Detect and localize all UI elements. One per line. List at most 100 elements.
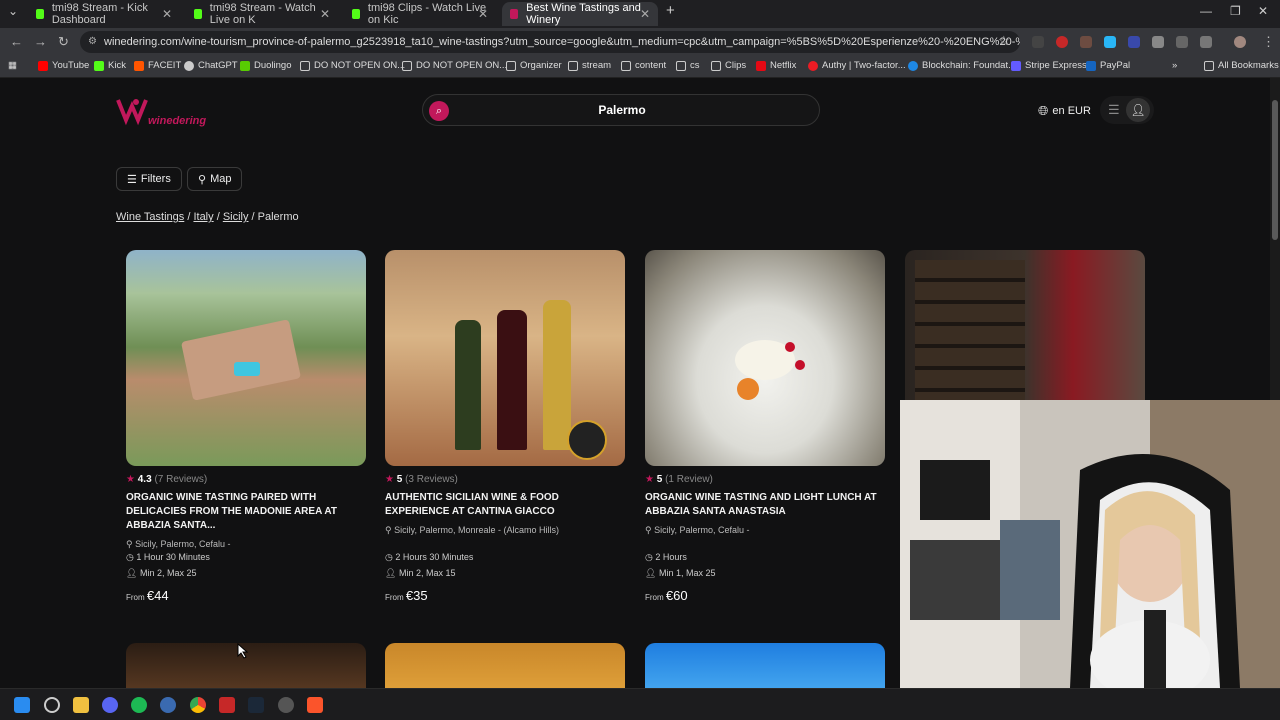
url-field[interactable]: ⚙ winedering.com/wine-tourism_province-o… [80, 31, 1020, 53]
site-logo[interactable]: winedering [116, 94, 206, 134]
back-icon[interactable]: ← [10, 34, 23, 49]
site-info-icon[interactable]: ⚙ [88, 31, 97, 53]
search-input[interactable]: ⌕ Palermo [422, 94, 820, 126]
tab-kick-stream[interactable]: tmi98 Stream - Watch Live on K ✕ [186, 2, 338, 26]
bookmark-stripe[interactable]: Stripe Express [1011, 60, 1087, 71]
bookmark-blockchain[interactable]: Blockchain: Foundat... [908, 60, 1016, 71]
breadcrumb-sicily[interactable]: Sicily [223, 211, 249, 223]
card-title[interactable]: ORGANIC WINE TASTING AND LIGHT LUNCH AT … [645, 491, 885, 519]
extension-icon[interactable] [1128, 36, 1140, 48]
tab-winedering[interactable]: Best Wine Tastings and Winery ✕ [502, 2, 658, 26]
apps-grid-icon[interactable]: ▦ [8, 60, 17, 71]
spotify-icon[interactable] [131, 697, 147, 713]
brave-icon[interactable] [307, 697, 323, 713]
bookmark-organizer[interactable]: Organizer [506, 60, 562, 71]
extension-icon[interactable] [1152, 36, 1164, 48]
bookmark-folder[interactable]: DO NOT OPEN ON... [402, 60, 507, 71]
bookmark-stream[interactable]: stream [568, 60, 611, 71]
bookmark-label: All Bookmarks [1218, 60, 1279, 71]
card-image[interactable] [126, 250, 366, 466]
experience-card[interactable]: ★ 5 (1 Review) ORGANIC WINE TASTING AND … [645, 250, 885, 536]
reload-icon[interactable]: ↻ [58, 34, 69, 50]
close-icon[interactable]: ✕ [478, 7, 488, 21]
bookmark-label: DO NOT OPEN ON... [416, 60, 508, 71]
breadcrumb: Wine Tastings / Italy / Sicily / Palermo [116, 211, 299, 223]
user-menu-button[interactable]: ☰ 👤︎ [1100, 96, 1154, 124]
all-bookmarks[interactable]: All Bookmarks [1204, 60, 1279, 71]
extension-icon[interactable] [1080, 36, 1092, 48]
experience-card[interactable]: ★ 5 (3 Reviews) AUTHENTIC SICILIAN WINE … [385, 250, 625, 536]
card-image[interactable] [385, 250, 625, 466]
tab-kick-clips[interactable]: tmi98 Clips - Watch Live on Kic ✕ [344, 2, 496, 26]
duration-text: 1 Hour 30 Minutes [136, 552, 210, 562]
hamburger-icon: ☰ [1108, 102, 1120, 117]
browser-menu-icon[interactable]: ⋮ [1262, 34, 1275, 50]
bookmark-clips[interactable]: Clips [711, 60, 746, 71]
bookmark-authy[interactable]: Authy | Two-factor... [808, 60, 906, 71]
card-title[interactable]: ORGANIC WINE TASTING PAIRED WITH DELICAC… [126, 491, 366, 533]
new-tab-button[interactable]: + [666, 2, 675, 19]
app-icon[interactable] [278, 697, 294, 713]
language-label: en EUR [1052, 105, 1091, 117]
app-icon[interactable] [219, 697, 235, 713]
steam-icon[interactable] [248, 697, 264, 713]
bookmark-label: DO NOT OPEN ON... [314, 60, 406, 71]
reviews-count[interactable]: (3 Reviews) [405, 474, 458, 485]
map-pin-icon: ⚲ [385, 525, 392, 535]
bookmark-chatgpt[interactable]: ChatGPT [184, 60, 238, 71]
reviews-count[interactable]: (1 Review) [665, 474, 713, 485]
search-icon[interactable] [44, 697, 60, 713]
extension-icon[interactable] [1176, 36, 1188, 48]
file-explorer-icon[interactable] [73, 697, 89, 713]
language-currency-selector[interactable]: 🌐︎ en EUR [1038, 103, 1091, 119]
close-icon[interactable]: ✕ [320, 7, 330, 21]
bookmark-youtube[interactable]: YouTube [38, 60, 89, 71]
bookmark-star-icon[interactable]: ☆ [998, 33, 1010, 49]
reviews-count[interactable]: (7 Reviews) [154, 474, 207, 485]
bookmark-label: stream [582, 60, 612, 71]
scrollbar-thumb[interactable] [1272, 100, 1278, 240]
bookmark-kick[interactable]: Kick [94, 60, 126, 71]
bookmark-faceit[interactable]: FACEIT [134, 60, 181, 71]
minimize-icon[interactable]: — [1200, 4, 1212, 18]
experience-card[interactable] [385, 643, 625, 688]
extensions-puzzle-icon[interactable] [1200, 36, 1212, 48]
extension-icon[interactable] [1104, 36, 1116, 48]
windows-start-icon[interactable] [14, 697, 30, 713]
close-icon[interactable]: ✕ [162, 7, 172, 21]
chrome-icon[interactable] [190, 697, 206, 713]
discord-icon[interactable] [102, 697, 118, 713]
maximize-icon[interactable]: ❐ [1230, 4, 1241, 18]
breadcrumb-wine-tastings[interactable]: Wine Tastings [116, 211, 184, 223]
chevron-right-icon[interactable]: » [1172, 60, 1177, 71]
tab-kick-dashboard[interactable]: tmi98 Stream - Kick Dashboard ✕ [28, 2, 180, 26]
profile-avatar[interactable] [1234, 36, 1246, 48]
faceit-icon [134, 60, 144, 71]
bookmark-paypal[interactable]: PayPal [1086, 60, 1130, 71]
filters-button[interactable]: ☰ Filters [116, 167, 182, 191]
logo-text: winedering [148, 115, 206, 127]
close-icon[interactable]: ✕ [640, 7, 650, 21]
bookmark-duolingo[interactable]: Duolingo [240, 60, 292, 71]
bookmark-content[interactable]: content [621, 60, 666, 71]
card-title[interactable]: AUTHENTIC SICILIAN WINE & FOOD EXPERIENC… [385, 491, 625, 519]
app-icon[interactable] [160, 697, 176, 713]
extension-icon[interactable] [1032, 36, 1044, 48]
map-button[interactable]: ⚲ Map [187, 167, 243, 191]
tab-title: tmi98 Stream - Watch Live on K [209, 2, 316, 26]
bookmark-folder[interactable]: DO NOT OPEN ON... [300, 60, 405, 71]
bookmark-netflix[interactable]: Netflix [756, 60, 796, 71]
map-pin-icon: ⚲ [645, 525, 652, 535]
forward-icon[interactable]: → [34, 34, 47, 49]
experience-card[interactable]: ★ 4.3 (7 Reviews) ORGANIC WINE TASTING P… [126, 250, 366, 550]
extension-icon[interactable] [1056, 36, 1068, 48]
bookmark-cs[interactable]: cs [676, 60, 700, 71]
experience-card[interactable] [645, 643, 885, 688]
tab-title: tmi98 Stream - Kick Dashboard [51, 2, 148, 26]
window-close-icon[interactable]: ✕ [1258, 4, 1268, 18]
card-image[interactable] [645, 250, 885, 466]
user-icon: 👤︎ [1126, 98, 1150, 122]
berry-image [795, 360, 805, 370]
breadcrumb-italy[interactable]: Italy [193, 211, 213, 223]
tab-search-icon[interactable]: ⌄ [8, 4, 18, 18]
